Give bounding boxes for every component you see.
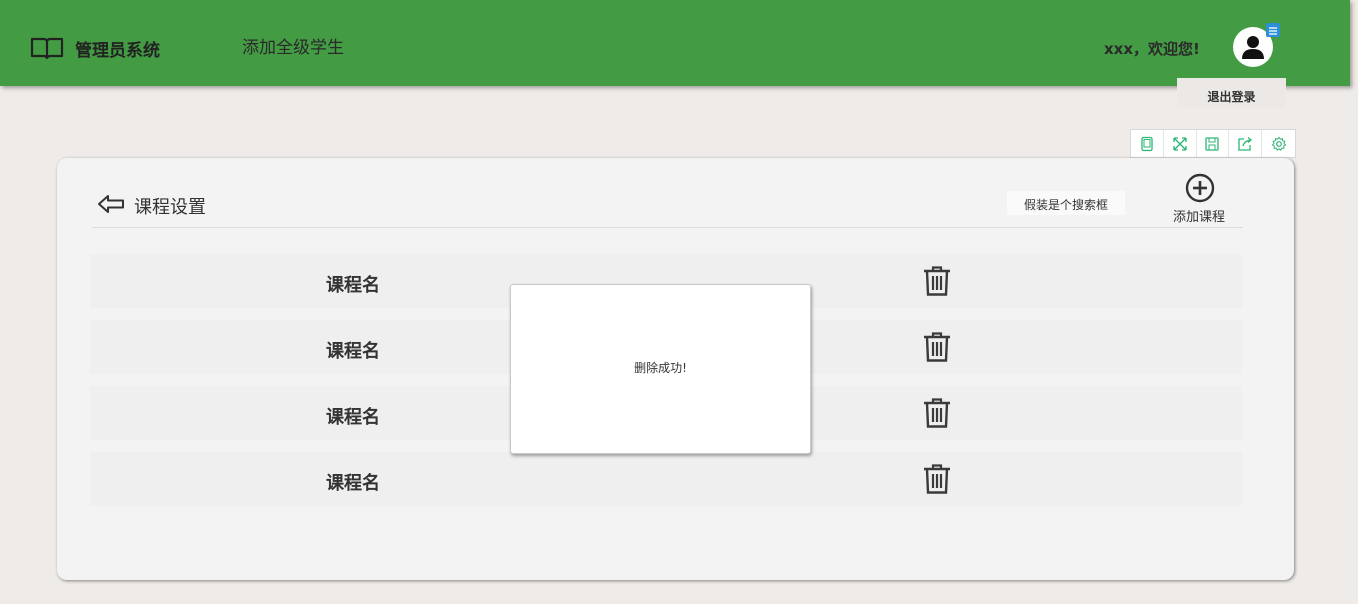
- fullscreen-icon[interactable]: [1164, 130, 1197, 157]
- add-all-students-link[interactable]: 添加全级学生: [242, 33, 344, 58]
- success-dialog[interactable]: 删除成功!: [510, 284, 811, 454]
- settings-icon[interactable]: [1262, 130, 1295, 157]
- menu-icon[interactable]: [1266, 23, 1280, 37]
- share-icon[interactable]: [1229, 130, 1263, 157]
- trash-icon[interactable]: [923, 332, 951, 362]
- dialog-message: 删除成功!: [634, 361, 687, 375]
- welcome-text: xxx，欢迎您!: [1104, 40, 1200, 58]
- course-name: 课程名: [326, 275, 380, 296]
- add-circle-icon[interactable]: [1184, 172, 1216, 204]
- course-name: 课程名: [326, 407, 380, 428]
- back-arrow-icon[interactable]: [97, 192, 125, 216]
- tablet-icon[interactable]: [1131, 130, 1164, 157]
- divider: [92, 227, 1243, 228]
- add-course-button[interactable]: 添加课程: [1173, 206, 1225, 225]
- logout-button[interactable]: 退出登录: [1177, 78, 1286, 108]
- toolbar: [1130, 129, 1296, 158]
- top-header: 管理员系统 添加全级学生 xxx，欢迎您!: [0, 0, 1350, 86]
- course-name: 课程名: [326, 341, 380, 362]
- trash-icon[interactable]: [923, 266, 951, 296]
- list-item: 课程名: [90, 452, 1242, 506]
- save-icon[interactable]: [1197, 130, 1230, 157]
- course-name: 课程名: [326, 473, 380, 494]
- book-icon: [30, 37, 64, 60]
- page-title: 课程设置: [134, 197, 206, 218]
- search-input[interactable]: 假装是个搜索框: [1007, 191, 1125, 215]
- trash-icon[interactable]: [923, 464, 951, 494]
- app-title: 管理员系统: [75, 41, 160, 61]
- trash-icon[interactable]: [923, 398, 951, 428]
